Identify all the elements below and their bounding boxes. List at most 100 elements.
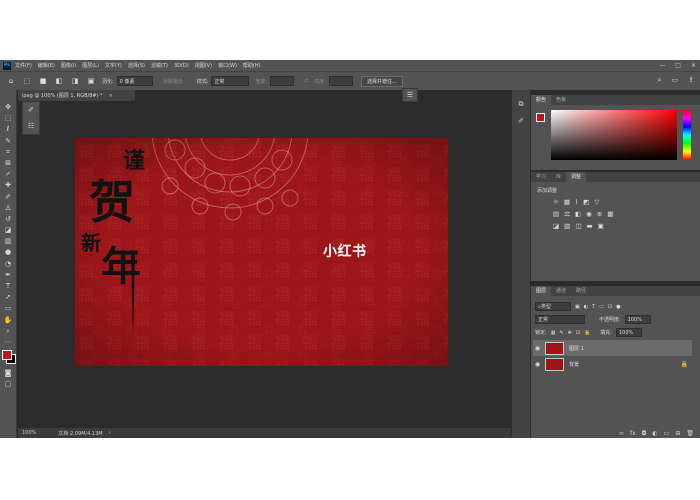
canvas-image[interactable]: 福 寿 — [75, 138, 448, 366]
minimize-button[interactable]: — — [659, 62, 665, 69]
fill-input[interactable]: 100% — [615, 328, 642, 337]
subtract-selection-icon[interactable]: ◨ — [70, 76, 80, 86]
properties-toggle-icon[interactable]: ☰ — [402, 88, 418, 102]
tab-channels[interactable]: 通道 — [551, 286, 571, 296]
brush-preset-icon[interactable]: ✐ — [28, 106, 34, 114]
filter-adjust-icon[interactable]: ◐ — [584, 304, 588, 310]
menu-filter[interactable]: 滤镜(T) — [151, 62, 168, 69]
eraser-icon[interactable]: ◪ — [3, 225, 14, 236]
marquee-icon[interactable]: ⬚ — [3, 113, 14, 124]
layer-kind-filter[interactable]: ⌕ 类型 — [535, 302, 571, 311]
crop-icon[interactable]: ⌗ — [3, 147, 14, 158]
filter-smart-icon[interactable]: ⊡ — [608, 304, 612, 310]
exposure-icon[interactable]: ◩ — [583, 198, 589, 206]
levels-icon[interactable]: ▦ — [564, 198, 570, 206]
path-select-icon[interactable]: ➚ — [3, 292, 14, 303]
quick-select-icon[interactable]: ✎ — [3, 136, 14, 147]
tab-swatches[interactable]: 色板 — [551, 95, 571, 105]
panel-foreground-swatch[interactable] — [536, 113, 545, 122]
screen-mode-icon[interactable]: ▢ — [3, 379, 14, 390]
hue-slider[interactable] — [683, 110, 691, 160]
intersect-selection-icon[interactable]: ▣ — [86, 76, 96, 86]
eyedropper-icon[interactable]: ⌿ — [3, 169, 14, 180]
pen-icon[interactable]: ✒ — [3, 270, 14, 281]
blur-icon[interactable]: ● — [3, 247, 14, 258]
home-icon[interactable]: ⌂ — [6, 76, 16, 86]
filter-pixel-icon[interactable]: ▣ — [575, 304, 580, 310]
lock-artboard-icon[interactable]: ⊡ — [576, 330, 580, 336]
menu-image[interactable]: 图像(I) — [61, 62, 76, 69]
healing-brush-icon[interactable]: ✚ — [3, 180, 14, 191]
new-adjustment-icon[interactable]: ◐ — [652, 430, 657, 437]
close-window-button[interactable]: ✕ — [691, 62, 696, 69]
search-icon[interactable]: ⌕ — [658, 76, 662, 85]
menu-window[interactable]: 窗口(W) — [218, 62, 237, 69]
filter-toggle-icon[interactable]: ● — [616, 304, 620, 310]
layer-row-1[interactable]: ◉ 图层 1 — [533, 340, 692, 356]
menu-edit[interactable]: 编辑(E) — [38, 62, 55, 69]
quick-mask-icon[interactable]: ◙ — [3, 368, 14, 379]
gradient-map-icon[interactable]: ▬ — [586, 222, 592, 230]
lock-all-icon[interactable]: 🔒 — [584, 330, 590, 336]
photo-filter-icon[interactable]: ◉ — [586, 210, 592, 218]
layer-lock-icon[interactable]: 🔒 — [681, 361, 688, 368]
lasso-icon[interactable]: ℓ — [3, 124, 14, 135]
invert-icon[interactable]: ◪ — [553, 222, 559, 230]
hue-saturation-icon[interactable]: ▤ — [553, 210, 559, 218]
menu-3d[interactable]: 3D(D) — [174, 63, 189, 69]
add-mask-icon[interactable]: ◘ — [642, 430, 647, 437]
link-layers-icon[interactable]: ∞ — [619, 430, 624, 437]
layer-style-icon[interactable]: fx — [630, 430, 636, 437]
zoom-icon[interactable]: ⌕ — [3, 326, 14, 337]
tab-paths[interactable]: 路径 — [571, 286, 591, 296]
layer-row-background[interactable]: ◉ 背景 🔒 — [533, 356, 692, 372]
brush-icon[interactable]: ✐ — [3, 192, 14, 203]
swap-icon[interactable]: ⇄ — [304, 78, 308, 84]
new-layer-icon[interactable]: ⊞ — [675, 430, 680, 437]
vibrance-icon[interactable]: ▽ — [594, 198, 599, 206]
tab-color[interactable]: 颜色 — [531, 95, 552, 105]
add-selection-icon[interactable]: ◧ — [54, 76, 64, 86]
maximize-button[interactable]: □ — [675, 62, 681, 69]
visibility-eye-icon[interactable]: ◉ — [533, 345, 542, 352]
opacity-input[interactable]: 100% — [624, 315, 651, 324]
new-selection-icon[interactable]: ■ — [38, 76, 48, 86]
height-input[interactable] — [328, 76, 353, 86]
menu-type[interactable]: 文字(Y) — [105, 62, 122, 69]
curves-icon[interactable]: ⌇ — [575, 198, 578, 206]
blend-mode-select[interactable]: 正常 — [535, 315, 585, 324]
visibility-eye-icon[interactable]: ◉ — [533, 361, 542, 368]
move-tool-icon[interactable]: ✥ — [3, 102, 14, 113]
gradient-icon[interactable]: ▥ — [3, 236, 14, 247]
workspace-icon[interactable]: ▭ — [672, 76, 679, 85]
marquee-tool-icon[interactable]: ⬚ — [22, 76, 32, 86]
dodge-icon[interactable]: ◔ — [3, 259, 14, 270]
color-picker-field[interactable] — [551, 110, 677, 160]
share-icon[interactable]: ⇪ — [688, 76, 694, 85]
tab-adjustments[interactable]: 调整 — [566, 172, 587, 182]
threshold-icon[interactable]: ◫ — [575, 222, 581, 230]
tab-libraries[interactable]: 库 — [551, 172, 566, 182]
rectangle-icon[interactable]: ▭ — [3, 303, 14, 314]
style-select[interactable]: 正常 — [211, 76, 250, 86]
frame-icon[interactable]: ⊠ — [3, 158, 14, 169]
color-balance-icon[interactable]: ⚖ — [564, 210, 570, 218]
document-tab[interactable]: ipeg @ 100% (图层 1, RGB/8#) * × — [18, 90, 136, 101]
lock-position-icon[interactable]: ✥ — [568, 330, 572, 336]
more-tools-icon[interactable]: ⋯ — [3, 337, 14, 348]
filter-type-icon[interactable]: T — [592, 304, 595, 310]
antialias-checkbox[interactable]: 消除锯齿 — [163, 78, 183, 85]
menu-layer[interactable]: 图层(L) — [82, 62, 99, 69]
filter-shape-icon[interactable]: ▭ — [599, 304, 604, 310]
new-group-icon[interactable]: ▭ — [664, 430, 670, 437]
history-brush-icon[interactable]: ↺ — [3, 214, 14, 225]
brush-panel-icon[interactable]: ✐ — [518, 117, 524, 125]
feather-input[interactable]: 0 像素 — [116, 76, 153, 86]
color-lookup-icon[interactable]: ▦ — [607, 210, 613, 218]
lock-transparent-icon[interactable]: ▦ — [551, 330, 556, 336]
foreground-color-swatch[interactable] — [2, 350, 12, 361]
delete-layer-icon[interactable]: 🗑 — [686, 430, 694, 437]
settings-sliders-icon[interactable]: ☷ — [28, 122, 34, 130]
zoom-level[interactable]: 100% — [22, 430, 36, 436]
tab-layers[interactable]: 图层 — [531, 286, 552, 296]
